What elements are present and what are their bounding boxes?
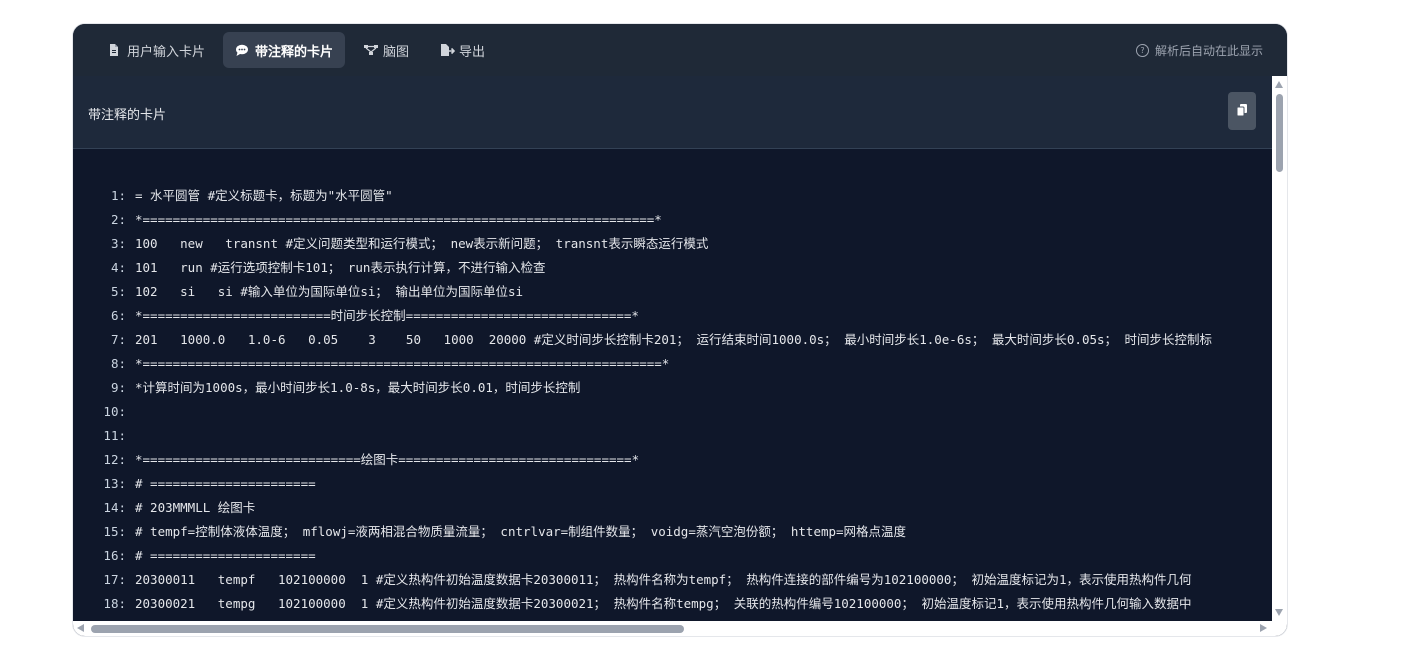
line-text: 20300021 tempg 102100000 1 #定义热构件初始温度数据卡… <box>135 596 1192 611</box>
code-view: 1: = 水平圆管 #定义标题卡，标题为"水平圆管" 2: *============… <box>73 149 1272 621</box>
line-number: 8: <box>110 356 126 371</box>
line-text <box>126 428 135 443</box>
line-number: 6: <box>110 308 126 323</box>
code-line: 9: *计算时间为1000s，最小时间步长1.0-8s，最大时间步长0.01，时间… <box>73 376 580 400</box>
line-text: 201 1000.0 1.0-6 0.05 3 50 1000 20000 #定… <box>135 332 1213 347</box>
panel-title: 带注释的卡片 <box>88 108 167 123</box>
line-text: *=============================绘图卡=======… <box>135 452 640 467</box>
code-line: 18: 20300021 tempg 102100000 1 #定义热构件初始温度… <box>73 592 1192 616</box>
scroll-down-arrow-icon[interactable] <box>1275 609 1283 616</box>
scroll-right-arrow-icon[interactable] <box>1260 624 1267 632</box>
line-text: *计算时间为1000s，最小时间步长1.0-8s，最大时间步长0.01，时间步长… <box>135 380 581 395</box>
line-number: 2: <box>110 212 126 227</box>
copy-icon <box>1235 102 1249 121</box>
line-text: # ====================== <box>135 548 316 563</box>
help-circle-icon: ? <box>1135 43 1149 57</box>
line-text: *=========================时间步长控制========… <box>135 308 639 323</box>
line-number: 14: <box>103 500 126 515</box>
code-line: 2: *=====================================… <box>73 208 662 232</box>
copy-button[interactable] <box>1228 92 1256 130</box>
code-line: 12: *=============================绘图卡====… <box>73 448 639 472</box>
line-text: # ====================== <box>135 476 316 491</box>
file-icon <box>107 43 121 57</box>
line-text: *=======================================… <box>135 356 670 371</box>
line-text: # 203MMMLL 绘图卡 <box>135 500 256 515</box>
vertical-scrollbar[interactable] <box>1272 76 1287 621</box>
code-line: 1: = 水平圆管 #定义标题卡，标题为"水平圆管" <box>73 184 393 208</box>
vertical-scroll-thumb[interactable] <box>1276 94 1283 172</box>
code-line: 11: <box>73 424 135 448</box>
line-number: 18: <box>103 596 126 611</box>
line-number: 3: <box>110 236 126 251</box>
code-line: 3: 100 new transnt #定义问题类型和运行模式； new表示新问题… <box>73 232 708 256</box>
line-number: 15: <box>103 524 126 539</box>
tab-label: 导出 <box>459 44 486 60</box>
mindmap-icon <box>363 43 379 57</box>
line-number: 13: <box>103 476 126 491</box>
panel-header: 带注释的卡片 <box>73 76 1272 149</box>
code-line: 7: 201 1000.0 1.0-6 0.05 3 50 1000 20000 … <box>73 328 1212 352</box>
line-text: = 水平圆管 #定义标题卡，标题为"水平圆管" <box>135 188 393 203</box>
app-window: 用户输入卡片 带注释的卡片 脑图 导出 ? 解析后自动在此显示 带注释的卡片 1… <box>73 24 1287 636</box>
line-text: *=======================================… <box>135 212 662 227</box>
line-number: 10: <box>103 404 126 419</box>
line-text: 101 run #运行选项控制卡101； run表示执行计算，不进行输入检查 <box>135 260 546 275</box>
line-number: 1: <box>110 188 126 203</box>
code-line: 17: 20300011 tempf 102100000 1 #定义热构件初始温度… <box>73 568 1192 592</box>
line-number: 12: <box>103 452 126 467</box>
code-line: 8: *=====================================… <box>73 352 669 376</box>
comment-icon <box>235 43 249 57</box>
tab-label: 脑图 <box>383 44 410 60</box>
code-line: 10: <box>73 400 135 424</box>
line-number: 7: <box>110 332 126 347</box>
code-line: 5: 102 si si #输入单位为国际单位si； 输出单位为国际单位si <box>73 280 523 304</box>
scroll-left-arrow-icon[interactable] <box>77 624 84 632</box>
tab-label: 用户输入卡片 <box>127 44 206 60</box>
code-line: 4: 101 run #运行选项控制卡101； run表示执行计算，不进行输入检查 <box>73 256 546 280</box>
tab-mindmap[interactable]: 脑图 <box>351 32 421 68</box>
horizontal-scroll-thumb[interactable] <box>91 625 684 633</box>
line-text: 102 si si #输入单位为国际单位si； 输出单位为国际单位si <box>135 284 524 299</box>
tab-export[interactable]: 导出 <box>427 32 497 68</box>
line-number: 11: <box>103 428 126 443</box>
parse-hint: ? 解析后自动在此显示 <box>1135 24 1263 76</box>
export-icon <box>439 43 456 57</box>
code-line: 15: # tempf=控制体液体温度； mflowj=液两相混合物质量流量； c… <box>73 520 906 544</box>
scroll-up-arrow-icon[interactable] <box>1275 81 1283 88</box>
tab-user-input-cards[interactable]: 用户输入卡片 <box>97 32 217 68</box>
line-text <box>126 404 135 419</box>
line-text: # tempf=控制体液体温度； mflowj=液两相混合物质量流量； cntr… <box>135 524 907 539</box>
tab-label: 带注释的卡片 <box>255 44 334 60</box>
code-line: 14: # 203MMMLL 绘图卡 <box>73 496 255 520</box>
line-number: 5: <box>110 284 126 299</box>
code-line: 6: *=========================时间步长控制======… <box>73 304 639 328</box>
hint-text: 解析后自动在此显示 <box>1154 43 1263 58</box>
line-number: 4: <box>110 260 126 275</box>
horizontal-scrollbar[interactable] <box>73 621 1287 636</box>
line-number: 9: <box>110 380 126 395</box>
line-number: 16: <box>103 548 126 563</box>
code-line: 16: # ====================== <box>73 544 316 568</box>
line-number: 17: <box>103 572 126 587</box>
code-line: 13: # ====================== <box>73 472 316 496</box>
tab-bar: 用户输入卡片 带注释的卡片 脑图 导出 ? 解析后自动在此显示 <box>73 24 1287 76</box>
tab-annotated-cards[interactable]: 带注释的卡片 <box>223 32 346 68</box>
line-text: 20300011 tempf 102100000 1 #定义热构件初始温度数据卡… <box>135 572 1192 587</box>
line-text: 100 new transnt #定义问题类型和运行模式； new表示新问题； … <box>135 236 709 251</box>
